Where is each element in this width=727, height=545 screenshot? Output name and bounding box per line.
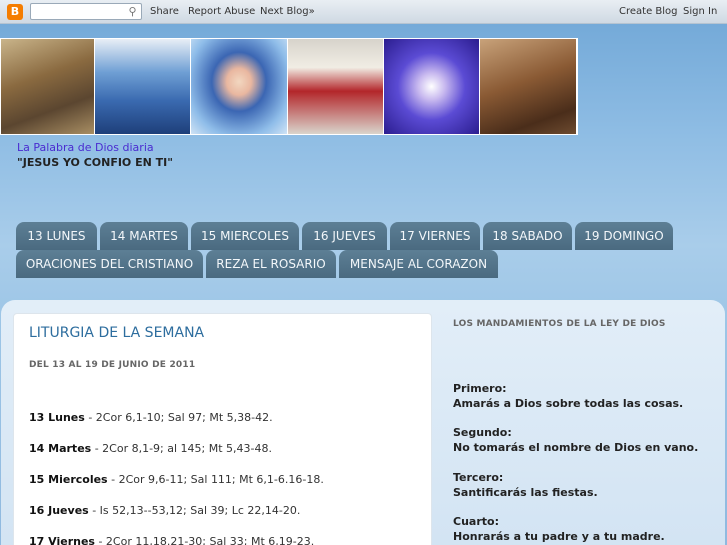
reading-item: 16 Jueves - Is 52,13--53,12; Sal 39; Lc …	[29, 504, 300, 517]
tab-15-miercoles[interactable]: 15 MIERCOLES	[191, 222, 299, 250]
praying-figure-image	[95, 39, 191, 134]
reading-item: 14 Martes - 2Cor 8,1-9; al 145; Mt 5,43-…	[29, 442, 272, 455]
virgin-mary-image	[191, 39, 288, 134]
commandment-text: No tomarás el nombre de Dios en vano.	[453, 441, 699, 454]
blogger-logo-icon[interactable]: B	[7, 4, 23, 20]
reading-text: - Is 52,13--53,12; Sal 39; Lc 22,14-20.	[88, 504, 301, 517]
blog-description: "JESUS YO CONFIO EN TI"	[17, 156, 173, 169]
tab-14-martes[interactable]: 14 MARTES	[100, 222, 188, 250]
reading-item: 17 Viernes - 2Cor 11,18.21-30; Sal 33; M…	[29, 535, 314, 545]
commandment-text: Amarás a Dios sobre todas las cosas.	[453, 397, 684, 410]
post-title[interactable]: LITURGIA DE LA SEMANA	[29, 325, 204, 341]
commandment-text: Honrarás a tu padre y a tu madre.	[453, 530, 665, 543]
tab-13-lunes[interactable]: 13 LUNES	[16, 222, 97, 250]
commandment-label: Cuarto:	[453, 515, 499, 528]
pope-image	[288, 39, 384, 134]
reading-day: 14 Martes	[29, 442, 92, 455]
reading-text: - 2Cor 8,1-9; al 145; Mt 5,43-48.	[91, 442, 273, 455]
reading-day: 15 Miercoles	[29, 473, 108, 486]
create-blog-link[interactable]: Create Blog	[619, 6, 678, 17]
next-blog-link[interactable]: Next Blog»	[260, 6, 315, 17]
reading-text: - 2Cor 9,6-11; Sal 111; Mt 6,1-6.16-18.	[107, 473, 324, 486]
header-image-strip[interactable]	[0, 38, 578, 135]
reading-day: 16 Jueves	[29, 504, 89, 517]
tab-19-domingo[interactable]: 19 DOMINGO	[575, 222, 673, 250]
sign-in-link[interactable]: Sign In	[683, 6, 717, 17]
commandment-text: Santificarás las fiestas.	[453, 486, 598, 499]
search-input[interactable]: ⚲	[30, 3, 142, 20]
tab-mensaje-al-corazon[interactable]: MENSAJE AL CORAZON	[339, 250, 498, 278]
reading-item: 13 Lunes - 2Cor 6,1-10; Sal 97; Mt 5,38-…	[29, 411, 273, 424]
reading-day: 17 Viernes	[29, 535, 95, 545]
reading-day: 13 Lunes	[29, 411, 85, 424]
commandment-label: Primero:	[453, 382, 507, 395]
reading-text: - 2Cor 6,1-10; Sal 97; Mt 5,38-42.	[84, 411, 273, 424]
commandment-label: Tercero:	[453, 471, 504, 484]
commandment-label: Segundo:	[453, 426, 512, 439]
tab-oraciones-del-cristiano[interactable]: ORACIONES DEL CRISTIANO	[16, 250, 203, 278]
report-abuse-link[interactable]: Report Abuse	[188, 6, 255, 17]
tab-17-viernes[interactable]: 17 VIERNES	[390, 222, 480, 250]
saint-anthony-image	[480, 39, 576, 134]
jesus-image	[384, 39, 480, 134]
tab-reza-el-rosario[interactable]: REZA EL ROSARIO	[206, 250, 336, 278]
blog-title[interactable]: La Palabra de Dios diaria	[17, 141, 154, 154]
tab-16-jueves[interactable]: 16 JUEVES	[302, 222, 387, 250]
post-date: DEL 13 AL 19 DE JUNIO DE 2011	[29, 360, 196, 370]
search-icon[interactable]: ⚲	[126, 5, 139, 18]
reading-item: 15 Miercoles - 2Cor 9,6-11; Sal 111; Mt …	[29, 473, 324, 486]
reading-text: - 2Cor 11,18.21-30; Sal 33; Mt 6,19-23.	[94, 535, 315, 545]
tab-18-sabado[interactable]: 18 SABADO	[483, 222, 572, 250]
sidebar-title: LOS MANDAMIENTOS DE LA LEY DE DIOS	[453, 319, 666, 329]
share-link[interactable]: Share	[150, 6, 179, 17]
blogger-navbar: B ⚲ Share Report Abuse Next Blog» Create…	[0, 0, 727, 24]
saint-francis-image	[1, 39, 95, 134]
